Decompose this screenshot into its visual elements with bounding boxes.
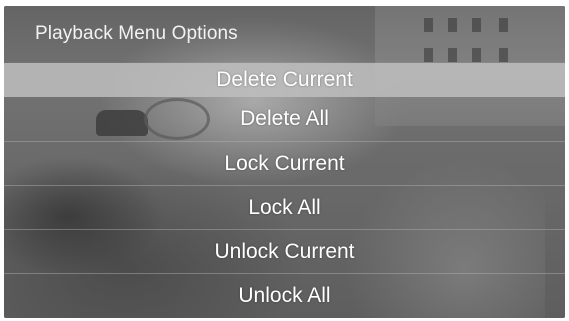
menu-header: Playback Menu Options <box>4 6 565 62</box>
menu-title: Playback Menu Options <box>35 23 238 44</box>
menu-item-label: Unlock All <box>238 283 331 307</box>
menu-item-delete-current[interactable]: Delete Current <box>4 63 565 97</box>
menu-item-label: Lock All <box>248 195 321 219</box>
menu-item-unlock-current[interactable]: Unlock Current <box>4 229 565 273</box>
menu-item-label: Delete Current <box>216 68 353 91</box>
menu-item-label: Delete All <box>240 107 329 130</box>
menu-item-label: Unlock Current <box>214 239 355 263</box>
menu-item-delete-all[interactable]: Delete All <box>4 97 565 141</box>
menu-item-lock-all[interactable]: Lock All <box>4 185 565 229</box>
menu-item-unlock-all[interactable]: Unlock All <box>4 273 565 317</box>
menu-item-label: Lock Current <box>224 151 345 175</box>
playback-menu: Delete Current Delete All Lock Current L… <box>4 63 565 317</box>
playback-screen: Playback Menu Options Delete Current Del… <box>4 6 565 318</box>
menu-item-lock-current[interactable]: Lock Current <box>4 141 565 185</box>
